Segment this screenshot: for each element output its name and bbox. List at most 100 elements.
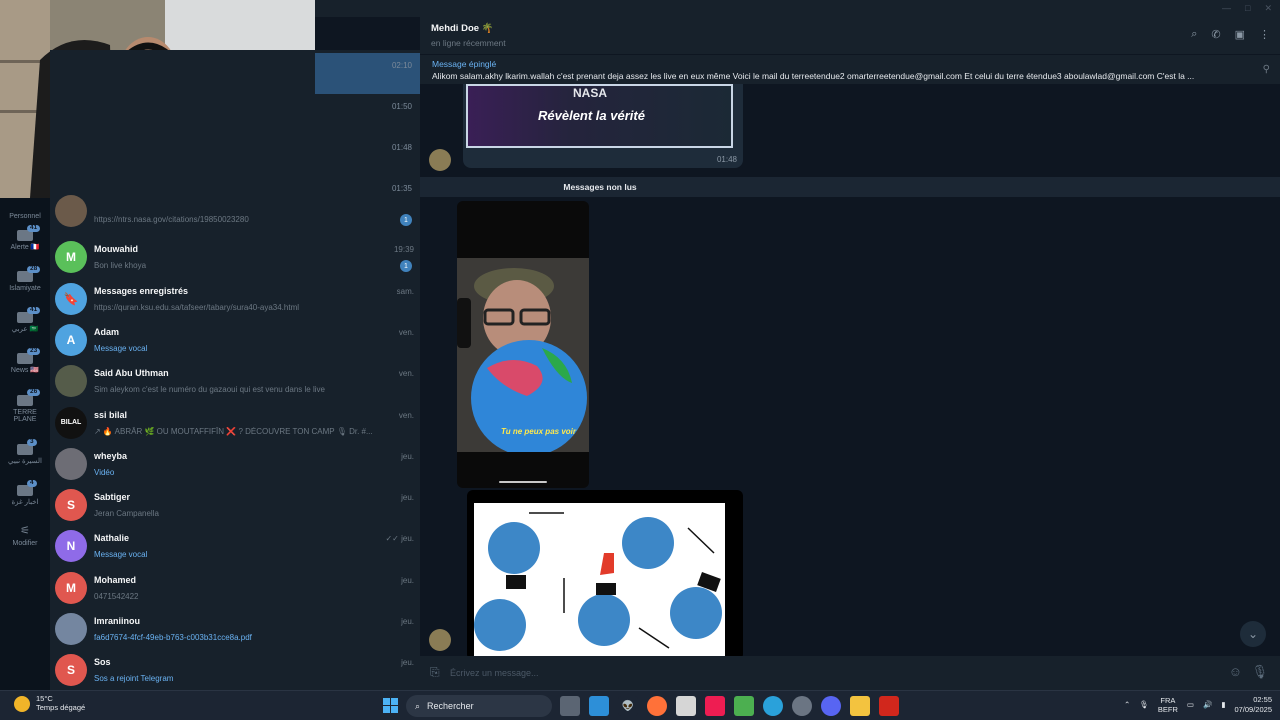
tiktok-icon[interactable] [705, 696, 725, 716]
chat-list-item[interactable]: Said Abu Uthman Sim aleykom c'est le numé… [50, 360, 420, 401]
chat-title: Mehdi Doe 🌴 [431, 23, 494, 34]
pinned-message-bar[interactable]: Message épinglé Alikom salam.akhy lkarim… [420, 54, 1280, 84]
chat-preview: Message vocal [94, 550, 148, 560]
folder-icon[interactable] [850, 696, 870, 716]
settings-icon[interactable] [792, 696, 812, 716]
folder-count: 3 [27, 438, 37, 446]
chat-list-item[interactable]: S Sabtiger Jeran Campanella jeu. [50, 484, 420, 525]
chat-preview: fa6d7674-4fcf-49eb-b763-c003b31cce8a.pdf [94, 633, 252, 642]
chat-list-item[interactable]: A Adam Message vocal ven. [50, 319, 420, 360]
sender-avatar[interactable] [429, 629, 451, 651]
message-input[interactable] [450, 663, 1210, 683]
avatar [55, 195, 87, 227]
unread-badge: 1 [400, 260, 412, 273]
message-image: NASA Révèlent la vérité [466, 84, 733, 148]
folder-gaza[interactable]: 4 اخبار غزة [0, 475, 50, 516]
chat-list-item[interactable]: M Mohamed 0471542422 jeu. [50, 567, 420, 608]
telegram-icon[interactable] [763, 696, 783, 716]
folder-label: السيرة نبيي [8, 457, 42, 465]
battery-icon[interactable]: ▮ [1221, 700, 1225, 709]
chevron-up-icon[interactable]: ⌃ [1124, 700, 1130, 709]
folder-personnel[interactable]: Personnel [0, 198, 50, 220]
pdf-icon[interactable] [879, 696, 899, 716]
unread-badge: 1 [400, 214, 412, 226]
clock-date: 07/09/2025 [1234, 704, 1272, 714]
firefox-icon[interactable] [647, 696, 667, 716]
file-explorer-icon[interactable] [560, 696, 580, 716]
chat-list-item[interactable]: BILAL ssi bilal ↗ 🔥 ABRĀR 🌿 OU MOUTAFFIFĪN… [50, 402, 420, 443]
chat-time: jeu. [401, 493, 414, 503]
search-label: Rechercher [427, 701, 474, 711]
chat-time: ✓✓ jeu. [385, 534, 414, 544]
chat-list-item[interactable]: 🔖 Messages enregistrés https://quran.ksu.e… [50, 278, 420, 319]
photos-icon[interactable] [734, 696, 754, 716]
chat-list-item[interactable]: wheyba Vidéo jeu. [50, 443, 420, 484]
folder-alerte[interactable]: 41 Alerte 🇫🇷 [0, 220, 50, 261]
minimize-button[interactable]: — [1222, 3, 1231, 14]
chat-list-item[interactable]: https://ntrs.nasa.gov/citations/19850023… [50, 190, 420, 231]
folder-label: Personnel [9, 212, 41, 220]
video-thumbnail [457, 268, 587, 452]
chat-list-item[interactable]: N Nathalie Message vocal ✓✓ jeu. [50, 525, 420, 566]
chat-preview: Sim aleykom c'est le numéro du gazaoui q… [94, 385, 325, 395]
maximize-button[interactable]: □ [1245, 3, 1250, 14]
microphone-icon[interactable]: 🎙 [1139, 700, 1149, 709]
taskbar: 15°C Temps dégagé ⌕ Rechercher 👽 ⌃ 🎙 FRA… [0, 690, 1280, 720]
taskbar-search[interactable]: ⌕ Rechercher [406, 695, 552, 717]
chat-list-item[interactable]: Imraniinou fa6d7674-4fcf-49eb-b763-c003b3… [50, 608, 420, 649]
more-icon[interactable]: ⋮ [1259, 28, 1270, 41]
chat-list-item[interactable]: S Sos Sos a rejoint Telegram jeu. [50, 649, 420, 690]
chat-time: jeu. [401, 617, 414, 626]
folder-label: اخبار غزة [11, 498, 39, 506]
image-message[interactable]: NASA Révèlent la vérité 01:48 [463, 84, 743, 168]
chat-preview: Bon live khoya [94, 261, 147, 271]
folder-label: TERRE PLANE [13, 408, 37, 423]
video-progress[interactable] [499, 481, 547, 483]
sidebar-icon[interactable]: ▣ [1235, 28, 1245, 41]
folders-sidebar: Personnel 41 Alerte 🇫🇷 28 Islamiyate 41 … [0, 198, 50, 690]
folder-count: 41 [27, 224, 41, 232]
start-button[interactable] [383, 698, 398, 713]
folder-islamiyate[interactable]: 28 Islamiyate [0, 261, 50, 302]
selected-chat-highlight[interactable] [315, 53, 420, 94]
close-button[interactable]: ✕ [1264, 3, 1272, 14]
alien-icon[interactable]: 👽 [618, 696, 638, 716]
avatar: S [55, 654, 87, 687]
folder-sira[interactable]: 3 السيرة نبيي [0, 434, 50, 475]
chat-header[interactable]: Mehdi Doe 🌴 en ligne récemment ⌕ ✆ ▣ ⋮ [420, 17, 1280, 54]
monitor-icon[interactable]: ▭ [1187, 700, 1194, 709]
chat-preview: Sos a rejoint Telegram [94, 674, 174, 684]
pinned-text: Alikom salam.akhy lkarim.wallah c'est pr… [432, 71, 1195, 81]
chat-preview: https://ntrs.nasa.gov/citations/19850023… [94, 215, 249, 224]
weather-widget[interactable]: 15°C Temps dégagé [14, 694, 85, 712]
folder-icon [17, 394, 33, 406]
chat-icon[interactable] [676, 696, 696, 716]
folder-news[interactable]: 23 News 🇺🇸 [0, 343, 50, 384]
clock[interactable]: 02:55 07/09/2025 [1234, 695, 1272, 715]
chat-time: jeu. [401, 451, 414, 461]
avatar: A [55, 323, 87, 356]
scroll-down-button[interactable]: ⌄ [1240, 621, 1266, 647]
sender-avatar[interactable] [429, 149, 451, 171]
volume-icon[interactable]: 🔊 [1203, 700, 1212, 709]
microphone-icon[interactable]: 🎙 [1251, 664, 1268, 680]
folder-edit[interactable]: ⚟ Modifier [0, 516, 50, 557]
lang-primary: FRA [1160, 695, 1176, 705]
avatar: N [55, 530, 87, 563]
store-icon[interactable] [589, 696, 609, 716]
video-message[interactable]: Tu ne peux pas voir [457, 201, 589, 488]
chat-name: Messages enregistrés [94, 285, 189, 296]
image-message[interactable] [467, 490, 743, 656]
emoji-icon[interactable]: ☺ [1229, 664, 1242, 679]
language-indicator[interactable]: FRA BEFR [1158, 696, 1178, 714]
discord-icon[interactable] [821, 696, 841, 716]
search-icon[interactable]: ⌕ [1191, 28, 1197, 41]
folder-terre-plane[interactable]: 26 TERRE PLANE [0, 384, 50, 434]
folder-arabic[interactable]: 41 عربي 🇸🇦 [0, 302, 50, 343]
phone-icon[interactable]: ✆ [1211, 28, 1220, 41]
pin-icon[interactable]: ⚲ [1263, 64, 1270, 75]
attach-icon[interactable]: ⎘ [430, 665, 440, 680]
moon-icon [14, 695, 30, 712]
chat-preview: https://quran.ksu.edu.sa/tafseer/tabary/… [94, 302, 300, 312]
chat-list-item[interactable]: M Mouwahid Bon live khoya 19:39 1 [50, 236, 420, 277]
